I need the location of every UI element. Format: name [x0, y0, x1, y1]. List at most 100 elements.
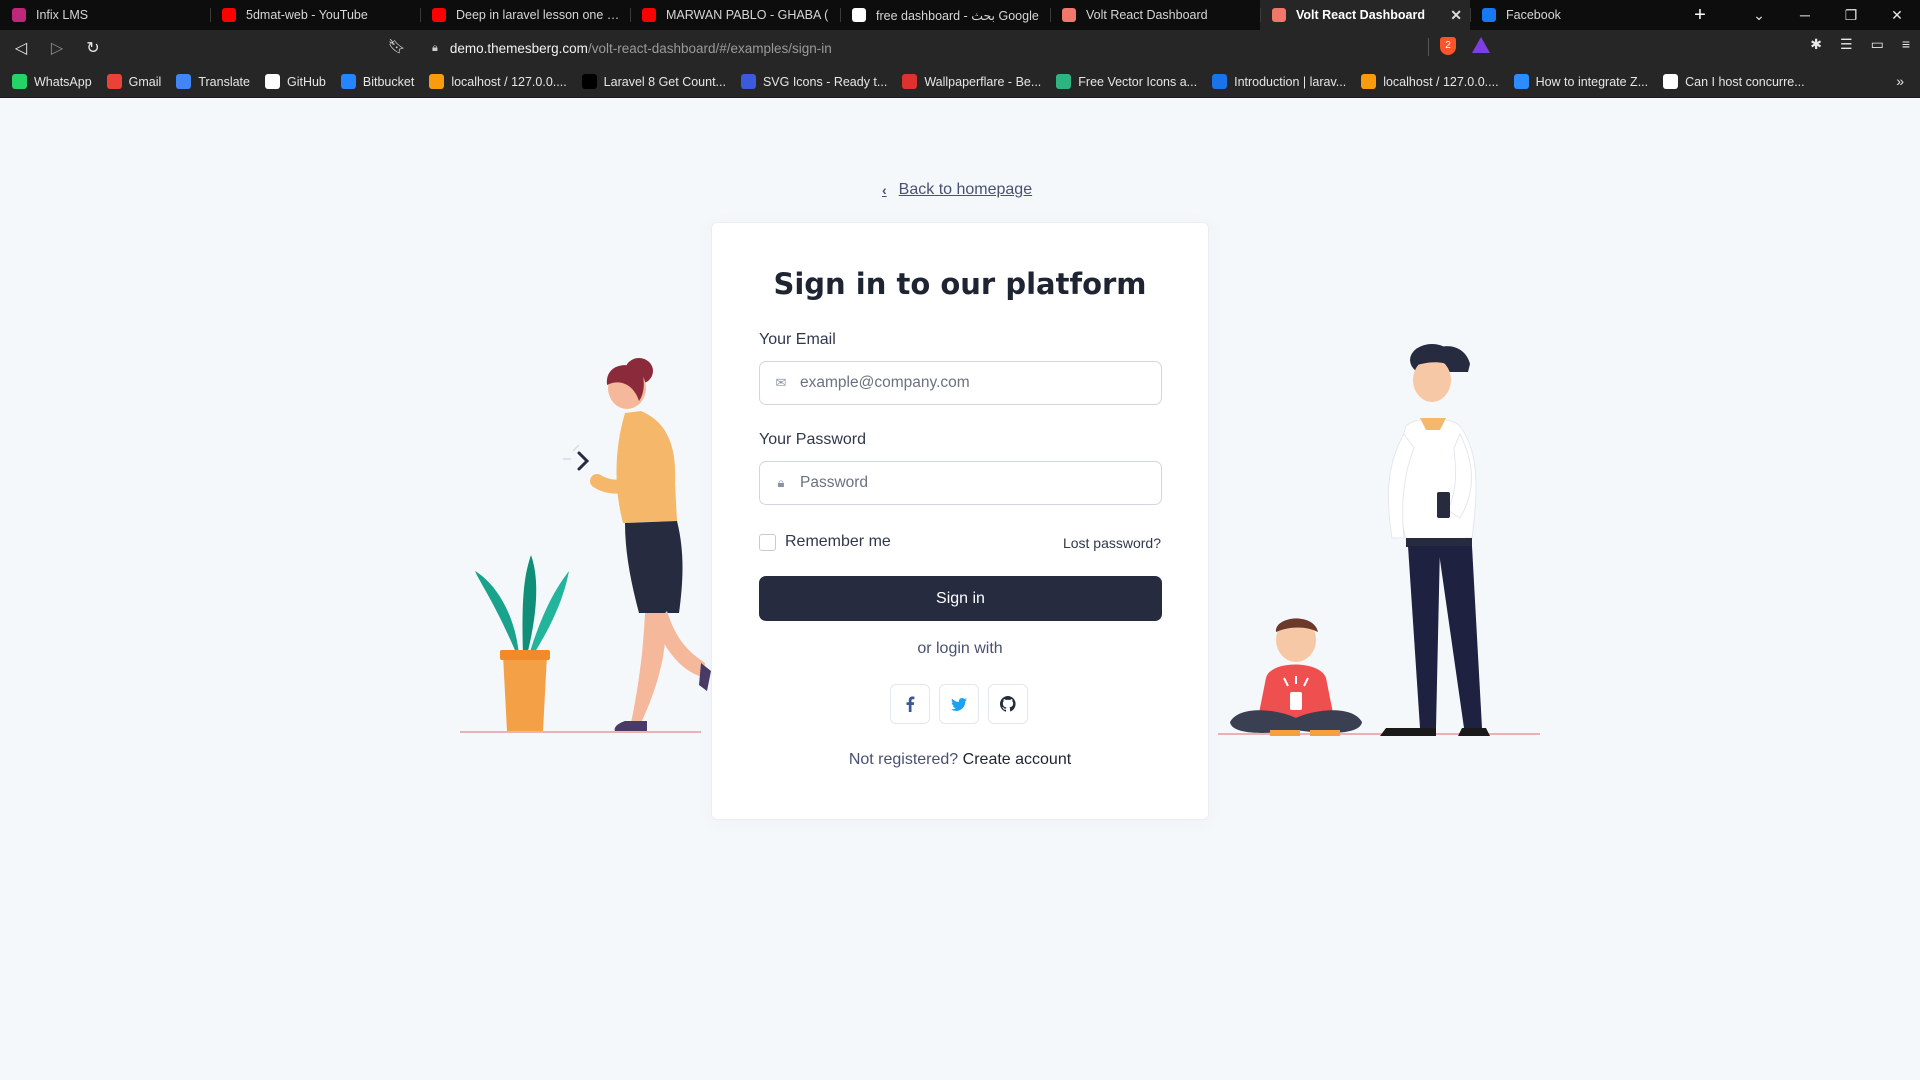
password-field[interactable]: 🔒︎ [759, 461, 1162, 505]
bookmark-label: WhatsApp [34, 74, 92, 89]
tab-list: Infix LMS 5dmat-web - YouTube Deep in lara… [0, 0, 1680, 30]
page-title: Sign in to our platform [773, 267, 1147, 301]
translate-icon [176, 74, 192, 89]
youtube-icon [432, 8, 446, 22]
tab[interactable]: Facebook [1470, 0, 1680, 30]
close-tab-icon[interactable]: ✕ [1450, 7, 1462, 23]
minimize-button[interactable]: ─ [1782, 7, 1828, 23]
menu-icon[interactable]: ≡ [1902, 36, 1910, 53]
bookmark-list: WhatsApp Gmail Translate GitHub Bitbucket loc… [12, 74, 1820, 89]
volt-icon [1062, 8, 1076, 22]
tab[interactable]: Deep in laravel lesson one what [420, 0, 630, 30]
tab[interactable]: MARWAN PABLO - GHABA ( [630, 0, 840, 30]
infix-icon [12, 8, 26, 22]
volt-icon [1272, 8, 1286, 22]
whatsapp-icon [12, 74, 27, 89]
facebook-login-button[interactable] [890, 684, 930, 724]
forward-button[interactable]: ▷ [42, 33, 72, 63]
bookmarks-bar: WhatsApp Gmail Translate GitHub Bitbucket loc… [0, 66, 1920, 98]
bookmark-item[interactable]: How to integrate Z... [1513, 74, 1648, 89]
back-button[interactable]: ◁ [6, 33, 36, 63]
bookmark-label: GitHub [286, 74, 326, 89]
email-field[interactable]: ✉ [759, 361, 1162, 405]
bookmark-item[interactable]: Can I host concurre... [1663, 74, 1805, 89]
bookmark-item[interactable]: Laravel 8 Get Count... [581, 74, 726, 89]
url-host: demo.themesberg.com [449, 40, 588, 56]
tab[interactable]: Volt React Dashboard [1050, 0, 1260, 30]
flame-icon [902, 74, 918, 89]
youtube-icon [222, 8, 236, 22]
bookmark-label: localhost / 127.0.0.... [1383, 74, 1499, 89]
reload-button[interactable]: ↻ [78, 33, 108, 63]
tab[interactable]: 5dmat-web - YouTube [210, 0, 420, 30]
bookmark-label: Translate [198, 74, 250, 89]
back-to-homepage-link[interactable]: ‹ Back to homepage [882, 181, 1032, 199]
tab[interactable]: free dashboard - بحث Google [840, 0, 1050, 30]
back-link-label: Back to homepage [898, 181, 1033, 198]
bookmark-label: Introduction | larav... [1234, 74, 1347, 89]
github-icon [264, 74, 280, 89]
chevron-left-icon: ‹ [882, 182, 887, 198]
not-registered-text: Not registered? [848, 751, 959, 768]
remember-me-checkbox[interactable] [759, 533, 776, 551]
bookmark-label: Free Vector Icons a... [1078, 74, 1198, 89]
bookmark-item[interactable]: WhatsApp [12, 74, 92, 89]
close-window-button[interactable]: ✕ [1874, 7, 1920, 24]
tab-search-icon[interactable]: ⌄ [1736, 7, 1782, 24]
bookmark-page-icon[interactable]: 🔖︎ [388, 38, 406, 55]
bookmark-label: Gmail [128, 74, 162, 89]
wallet-icon[interactable]: ▭ [1871, 36, 1884, 53]
dev-icon [581, 74, 597, 89]
email-input[interactable] [800, 374, 1140, 392]
create-account-link[interactable]: Create account [963, 751, 1072, 768]
github-icon [1000, 696, 1016, 712]
bookmark-item[interactable]: Translate [176, 74, 250, 89]
tab-title: Infix LMS [36, 8, 89, 22]
bitbucket-icon [340, 74, 356, 89]
sign-in-button[interactable]: Sign in [759, 576, 1162, 621]
bookmark-item[interactable]: GitHub [264, 74, 326, 89]
tab-title: Volt React Dashboard [1086, 8, 1208, 22]
bookmark-item[interactable]: Wallpaperflare - Be... [902, 74, 1041, 89]
tab[interactable]: Infix LMS [0, 0, 210, 30]
tab-title: free dashboard - بحث Google [876, 8, 1039, 23]
bookmark-item[interactable]: Gmail [106, 74, 162, 89]
gmail-icon [106, 74, 122, 89]
facebook-icon [906, 696, 915, 712]
reading-list-icon[interactable]: ☰ [1840, 36, 1853, 53]
address-bar[interactable]: 🔒︎ demo.themesberg.com/volt-react-dashbo… [420, 34, 1498, 62]
remember-me[interactable]: Remember me [759, 533, 891, 551]
remember-me-label: Remember me [785, 533, 891, 550]
bookmark-item[interactable]: SVG Icons - Ready t... [740, 74, 888, 89]
z-icon [1513, 74, 1529, 89]
tab[interactable]: Volt React Dashboard ✕ [1260, 0, 1470, 30]
lock-icon: 🔒︎ [432, 41, 438, 54]
bookmark-item[interactable]: Introduction | larav... [1212, 74, 1346, 89]
bookmark-item[interactable]: localhost / 127.0.0.... [429, 74, 567, 89]
bookmark-item[interactable]: localhost / 127.0.0.... [1361, 74, 1499, 89]
lost-password-link[interactable]: Lost password? [1063, 535, 1161, 551]
browser-toolbar: ◁ ▷ ↻ 🔖︎ 🔒︎ demo.themesberg.com/volt-rea… [0, 30, 1920, 66]
or-login-with-text: or login with [917, 640, 1003, 657]
twitter-login-button[interactable] [939, 684, 979, 724]
tab-title: Volt React Dashboard [1296, 8, 1425, 22]
svg-icon [740, 74, 756, 89]
new-tab-button[interactable]: + [1680, 0, 1720, 30]
bookmark-label: SVG Icons - Ready t... [762, 74, 888, 89]
bookmark-item[interactable]: Bitbucket [340, 74, 415, 89]
vector-icon [1056, 74, 1072, 89]
sign-in-card: Sign in to our platform Your Email ✉ You… [711, 222, 1209, 820]
password-input[interactable] [800, 474, 1140, 492]
extensions-icon[interactable]: ✱ [1810, 36, 1822, 53]
brave-rewards-icon[interactable] [1472, 37, 1490, 53]
google-icon [852, 8, 866, 22]
bookmark-label: Laravel 8 Get Count... [603, 74, 726, 89]
github-login-button[interactable] [988, 684, 1028, 724]
more-bookmarks-icon[interactable]: » [1896, 73, 1904, 89]
restore-button[interactable]: ❐ [1828, 7, 1874, 24]
bookmark-label: Wallpaperflare - Be... [924, 74, 1042, 89]
brave-shields-icon[interactable]: 2 [1440, 37, 1456, 55]
bookmark-item[interactable]: Free Vector Icons a... [1056, 74, 1197, 89]
bookmark-label: Bitbucket [362, 74, 415, 89]
brave-shields-count: 2 [1445, 40, 1451, 51]
